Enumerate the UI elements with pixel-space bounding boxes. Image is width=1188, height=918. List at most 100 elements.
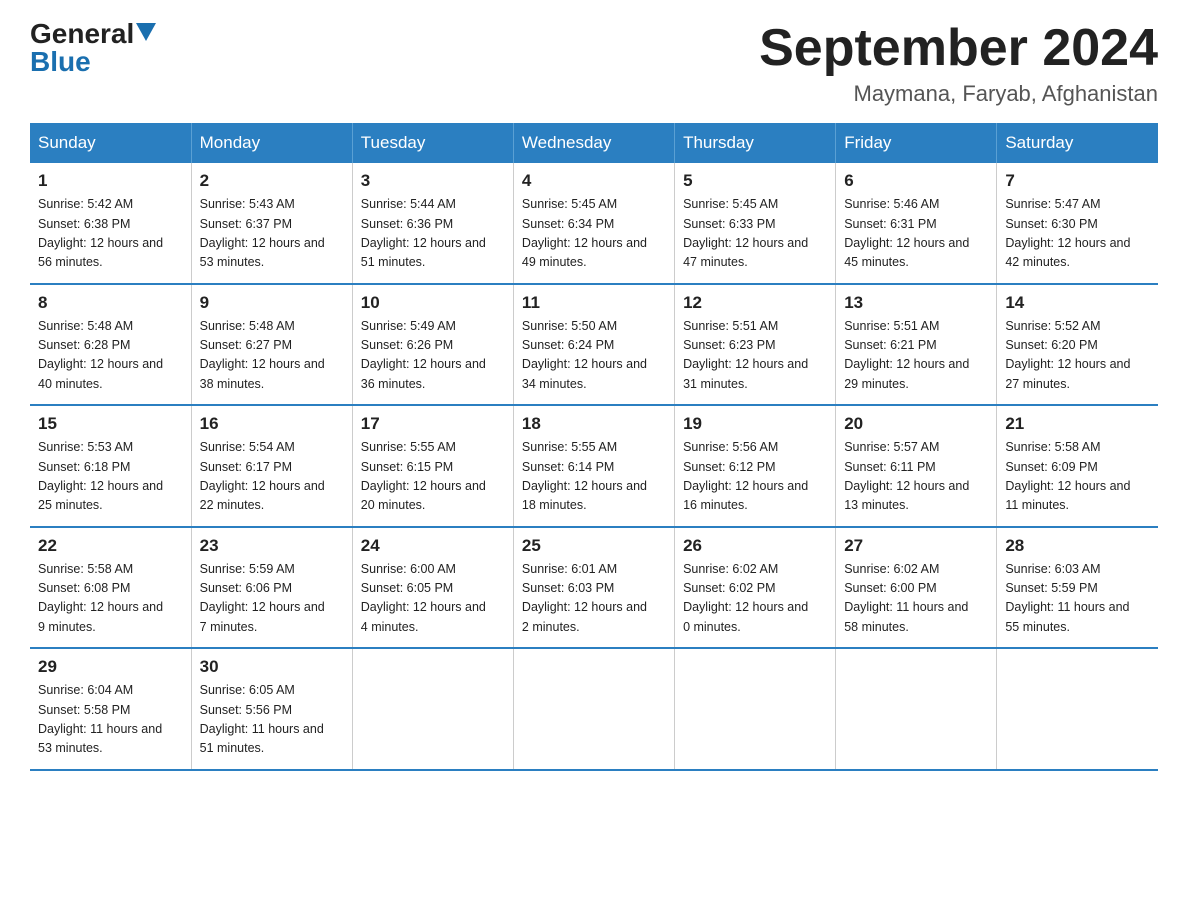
logo-general-text: General (30, 20, 134, 48)
calendar-day-cell: 16 Sunrise: 5:54 AMSunset: 6:17 PMDayligh… (191, 405, 352, 527)
calendar-day-cell: 18 Sunrise: 5:55 AMSunset: 6:14 PMDayligh… (513, 405, 674, 527)
day-info: Sunrise: 6:02 AMSunset: 6:02 PMDaylight:… (683, 560, 827, 638)
calendar-body: 1 Sunrise: 5:42 AMSunset: 6:38 PMDaylight… (30, 163, 1158, 770)
day-info: Sunrise: 6:01 AMSunset: 6:03 PMDaylight:… (522, 560, 666, 638)
day-info: Sunrise: 5:51 AMSunset: 6:21 PMDaylight:… (844, 317, 988, 395)
day-info: Sunrise: 6:05 AMSunset: 5:56 PMDaylight:… (200, 681, 344, 759)
col-friday: Friday (836, 123, 997, 163)
day-number: 7 (1005, 171, 1150, 191)
day-info: Sunrise: 5:51 AMSunset: 6:23 PMDaylight:… (683, 317, 827, 395)
day-number: 23 (200, 536, 344, 556)
day-number: 1 (38, 171, 183, 191)
day-info: Sunrise: 5:58 AMSunset: 6:08 PMDaylight:… (38, 560, 183, 638)
calendar-day-cell: 10Sunrise: 5:49 AMSunset: 6:26 PMDayligh… (352, 284, 513, 406)
day-info: Sunrise: 5:43 AMSunset: 6:37 PMDaylight:… (200, 195, 344, 273)
calendar-day-cell: 8 Sunrise: 5:48 AMSunset: 6:28 PMDaylight… (30, 284, 191, 406)
day-number: 24 (361, 536, 505, 556)
calendar-day-cell: 12 Sunrise: 5:51 AMSunset: 6:23 PMDayligh… (675, 284, 836, 406)
calendar-day-cell: 25 Sunrise: 6:01 AMSunset: 6:03 PMDayligh… (513, 527, 674, 649)
day-number: 9 (200, 293, 344, 313)
day-number: 12 (683, 293, 827, 313)
calendar-day-cell: 29 Sunrise: 6:04 AMSunset: 5:58 PMDayligh… (30, 648, 191, 770)
day-number: 13 (844, 293, 988, 313)
day-info: Sunrise: 5:42 AMSunset: 6:38 PMDaylight:… (38, 195, 183, 273)
day-number: 3 (361, 171, 505, 191)
day-number: 26 (683, 536, 827, 556)
calendar-day-cell: 9 Sunrise: 5:48 AMSunset: 6:27 PMDaylight… (191, 284, 352, 406)
day-number: 21 (1005, 414, 1150, 434)
calendar-day-cell (675, 648, 836, 770)
day-number: 18 (522, 414, 666, 434)
day-number: 27 (844, 536, 988, 556)
day-number: 15 (38, 414, 183, 434)
day-number: 2 (200, 171, 344, 191)
calendar-day-cell: 2 Sunrise: 5:43 AMSunset: 6:37 PMDaylight… (191, 163, 352, 284)
calendar-day-cell: 7 Sunrise: 5:47 AMSunset: 6:30 PMDaylight… (997, 163, 1158, 284)
day-info: Sunrise: 6:03 AMSunset: 5:59 PMDaylight:… (1005, 560, 1150, 638)
day-info: Sunrise: 6:00 AMSunset: 6:05 PMDaylight:… (361, 560, 505, 638)
day-info: Sunrise: 5:55 AMSunset: 6:14 PMDaylight:… (522, 438, 666, 516)
day-number: 22 (38, 536, 183, 556)
location-text: Maymana, Faryab, Afghanistan (759, 81, 1158, 107)
day-number: 29 (38, 657, 183, 677)
calendar-week-row: 8 Sunrise: 5:48 AMSunset: 6:28 PMDaylight… (30, 284, 1158, 406)
day-info: Sunrise: 5:55 AMSunset: 6:15 PMDaylight:… (361, 438, 505, 516)
calendar-day-cell: 13 Sunrise: 5:51 AMSunset: 6:21 PMDayligh… (836, 284, 997, 406)
col-wednesday: Wednesday (513, 123, 674, 163)
calendar-table: Sunday Monday Tuesday Wednesday Thursday… (30, 123, 1158, 771)
day-info: Sunrise: 5:57 AMSunset: 6:11 PMDaylight:… (844, 438, 988, 516)
day-info: Sunrise: 5:49 AMSunset: 6:26 PMDaylight:… (361, 317, 505, 395)
calendar-day-cell: 14 Sunrise: 5:52 AMSunset: 6:20 PMDayligh… (997, 284, 1158, 406)
day-number: 8 (38, 293, 183, 313)
day-number: 14 (1005, 293, 1150, 313)
day-info: Sunrise: 5:46 AMSunset: 6:31 PMDaylight:… (844, 195, 988, 273)
month-title: September 2024 (759, 20, 1158, 77)
col-sunday: Sunday (30, 123, 191, 163)
calendar-day-cell: 11 Sunrise: 5:50 AMSunset: 6:24 PMDayligh… (513, 284, 674, 406)
day-info: Sunrise: 5:44 AMSunset: 6:36 PMDaylight:… (361, 195, 505, 273)
day-number: 16 (200, 414, 344, 434)
day-info: Sunrise: 5:53 AMSunset: 6:18 PMDaylight:… (38, 438, 183, 516)
day-info: Sunrise: 5:54 AMSunset: 6:17 PMDaylight:… (200, 438, 344, 516)
logo-blue-text: Blue (30, 46, 91, 77)
day-info: Sunrise: 5:52 AMSunset: 6:20 PMDaylight:… (1005, 317, 1150, 395)
calendar-day-cell (352, 648, 513, 770)
col-thursday: Thursday (675, 123, 836, 163)
calendar-header: Sunday Monday Tuesday Wednesday Thursday… (30, 123, 1158, 163)
day-info: Sunrise: 5:50 AMSunset: 6:24 PMDaylight:… (522, 317, 666, 395)
logo-triangle-icon (136, 23, 156, 41)
col-saturday: Saturday (997, 123, 1158, 163)
day-info: Sunrise: 5:48 AMSunset: 6:27 PMDaylight:… (200, 317, 344, 395)
page-header: General Blue September 2024 Maymana, Far… (30, 20, 1158, 107)
calendar-week-row: 15 Sunrise: 5:53 AMSunset: 6:18 PMDayligh… (30, 405, 1158, 527)
calendar-day-cell: 20 Sunrise: 5:57 AMSunset: 6:11 PMDayligh… (836, 405, 997, 527)
day-number: 25 (522, 536, 666, 556)
calendar-day-cell: 17 Sunrise: 5:55 AMSunset: 6:15 PMDayligh… (352, 405, 513, 527)
day-info: Sunrise: 5:48 AMSunset: 6:28 PMDaylight:… (38, 317, 183, 395)
calendar-day-cell: 27 Sunrise: 6:02 AMSunset: 6:00 PMDayligh… (836, 527, 997, 649)
day-number: 20 (844, 414, 988, 434)
day-number: 11 (522, 293, 666, 313)
header-row: Sunday Monday Tuesday Wednesday Thursday… (30, 123, 1158, 163)
calendar-day-cell: 24 Sunrise: 6:00 AMSunset: 6:05 PMDayligh… (352, 527, 513, 649)
col-monday: Monday (191, 123, 352, 163)
calendar-day-cell: 5Sunrise: 5:45 AMSunset: 6:33 PMDaylight… (675, 163, 836, 284)
day-info: Sunrise: 6:02 AMSunset: 6:00 PMDaylight:… (844, 560, 988, 638)
calendar-day-cell: 3 Sunrise: 5:44 AMSunset: 6:36 PMDaylight… (352, 163, 513, 284)
calendar-day-cell: 15 Sunrise: 5:53 AMSunset: 6:18 PMDayligh… (30, 405, 191, 527)
day-number: 19 (683, 414, 827, 434)
day-info: Sunrise: 5:45 AMSunset: 6:33 PMDaylight:… (683, 195, 827, 273)
col-tuesday: Tuesday (352, 123, 513, 163)
day-number: 6 (844, 171, 988, 191)
day-number: 30 (200, 657, 344, 677)
day-number: 4 (522, 171, 666, 191)
day-number: 17 (361, 414, 505, 434)
day-info: Sunrise: 5:47 AMSunset: 6:30 PMDaylight:… (1005, 195, 1150, 273)
day-number: 28 (1005, 536, 1150, 556)
calendar-day-cell: 4Sunrise: 5:45 AMSunset: 6:34 PMDaylight… (513, 163, 674, 284)
day-info: Sunrise: 6:04 AMSunset: 5:58 PMDaylight:… (38, 681, 183, 759)
calendar-day-cell: 23Sunrise: 5:59 AMSunset: 6:06 PMDayligh… (191, 527, 352, 649)
calendar-day-cell: 1 Sunrise: 5:42 AMSunset: 6:38 PMDaylight… (30, 163, 191, 284)
calendar-day-cell: 6 Sunrise: 5:46 AMSunset: 6:31 PMDaylight… (836, 163, 997, 284)
calendar-day-cell: 30 Sunrise: 6:05 AMSunset: 5:56 PMDayligh… (191, 648, 352, 770)
